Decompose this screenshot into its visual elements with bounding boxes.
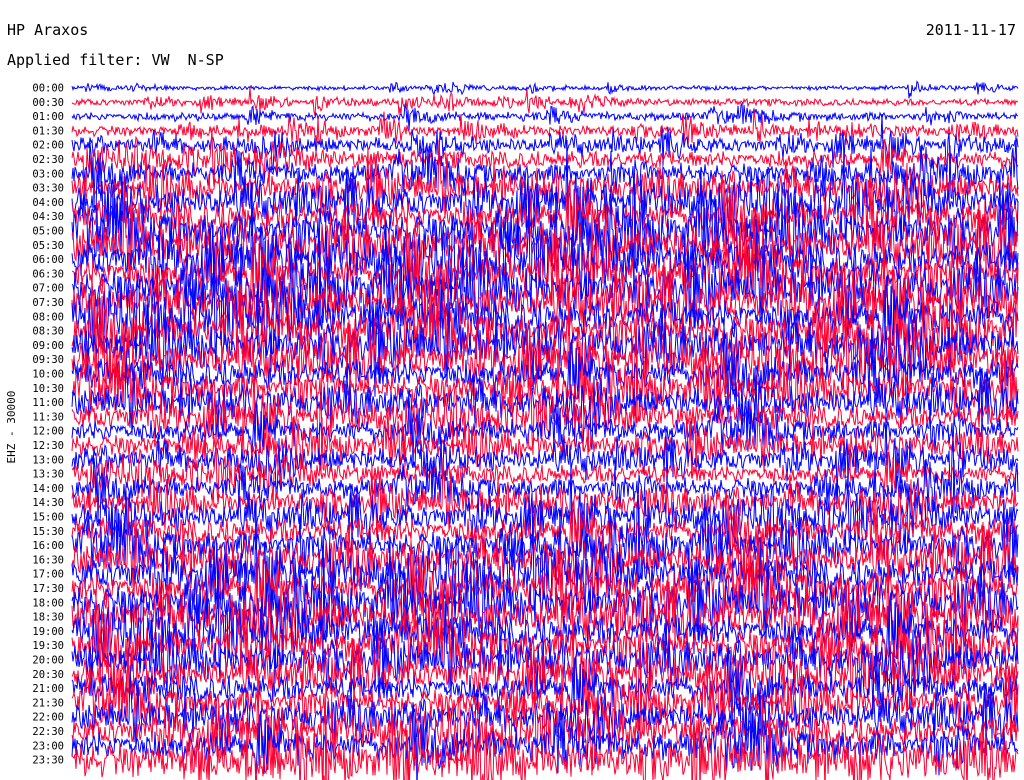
trace-0200 xyxy=(71,113,1019,173)
row-label-1900: 19:00 xyxy=(32,626,64,638)
trace-0330 xyxy=(71,139,1019,233)
row-label-1330: 13:30 xyxy=(32,469,64,481)
row-label-0100: 01:00 xyxy=(32,111,64,123)
row-label-2330: 23:30 xyxy=(32,755,64,767)
row-label-0800: 08:00 xyxy=(32,311,64,323)
row-label-0600: 06:00 xyxy=(32,254,64,266)
row-label-2230: 22:30 xyxy=(32,726,64,738)
row-label-0400: 04:00 xyxy=(32,197,64,209)
row-label-0830: 08:30 xyxy=(32,326,64,338)
row-label-0200: 02:00 xyxy=(32,140,64,152)
row-label-0930: 09:30 xyxy=(32,354,64,366)
seismogram-plot: 00:00 00:30 01:00 01:30 02:00 02:30 03:00 03:30… xyxy=(32,80,1019,780)
row-label-0000: 00:00 xyxy=(32,83,64,95)
row-label-1800: 18:00 xyxy=(32,597,64,609)
row-label-0230: 02:30 xyxy=(32,154,64,166)
trace-group xyxy=(71,80,1019,780)
row-label-1930: 19:30 xyxy=(32,640,64,652)
row-label-1630: 16:30 xyxy=(32,554,64,566)
row-label-0730: 07:30 xyxy=(32,297,64,309)
trace-0030 xyxy=(71,86,1018,117)
row-label-2000: 20:00 xyxy=(32,655,64,667)
row-label-1230: 12:30 xyxy=(32,440,64,452)
row-label-0500: 05:00 xyxy=(32,226,64,238)
trace-0000 xyxy=(71,80,1019,99)
row-label-1100: 11:00 xyxy=(32,397,64,409)
tick-labels: 00:00 00:30 01:00 01:30 02:00 02:30 03:00 03:30… xyxy=(32,83,64,767)
row-label-0700: 07:00 xyxy=(32,283,64,295)
row-label-0430: 04:30 xyxy=(32,211,64,223)
row-label-2200: 22:00 xyxy=(32,712,64,724)
row-label-1000: 10:00 xyxy=(32,369,64,381)
row-label-1530: 15:30 xyxy=(32,526,64,538)
row-label-1700: 17:00 xyxy=(32,569,64,581)
row-label-1430: 14:30 xyxy=(32,497,64,509)
row-label-1730: 17:30 xyxy=(32,583,64,595)
row-label-1300: 13:00 xyxy=(32,454,64,466)
row-label-1200: 12:00 xyxy=(32,426,64,438)
row-label-0530: 05:30 xyxy=(32,240,64,252)
row-label-1600: 16:00 xyxy=(32,540,64,552)
row-label-2100: 21:00 xyxy=(32,683,64,695)
row-label-2130: 21:30 xyxy=(32,697,64,709)
row-label-1500: 15:00 xyxy=(32,512,64,524)
row-label-0130: 01:30 xyxy=(32,125,64,137)
row-label-0030: 00:30 xyxy=(32,97,64,109)
row-label-2030: 20:30 xyxy=(32,669,64,681)
row-label-0900: 09:00 xyxy=(32,340,64,352)
row-label-2300: 23:00 xyxy=(32,740,64,752)
row-label-1030: 10:30 xyxy=(32,383,64,395)
row-label-1400: 14:00 xyxy=(32,483,64,495)
row-label-0630: 06:30 xyxy=(32,268,64,280)
row-label-1830: 18:30 xyxy=(32,612,64,624)
row-label-0330: 03:30 xyxy=(32,183,64,195)
row-label-0300: 03:00 xyxy=(32,168,64,180)
row-label-1130: 11:30 xyxy=(32,411,64,423)
